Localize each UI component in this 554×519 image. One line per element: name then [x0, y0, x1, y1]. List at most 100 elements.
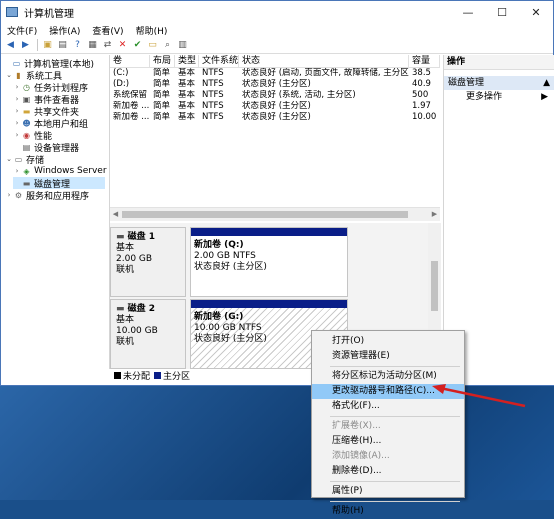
volume-type: 基本 [178, 101, 196, 111]
scroll-left-icon[interactable]: ◀ [110, 208, 121, 221]
maximize-button[interactable]: ☐ [485, 1, 519, 23]
collapse-up-icon[interactable]: ▲ [543, 76, 554, 90]
clock-icon: ◷ [23, 82, 30, 92]
menu-item-help[interactable]: 帮助(H) [312, 504, 464, 519]
table-row[interactable]: (C:) 简单 基本 NTFS 状态良好 (启动, 页面文件, 故障转储, 主分… [110, 68, 440, 79]
delete-icon[interactable]: ✕ [116, 39, 129, 52]
search-icon[interactable]: ⌕ [161, 39, 174, 52]
help-icon[interactable]: ? [71, 39, 84, 52]
expand-arrow-icon[interactable]: › [13, 83, 21, 91]
partition-name: 新加卷 (G:) [194, 312, 244, 322]
users-icon: ☻ [22, 118, 31, 128]
tree-item-windows-server-backup[interactable]: › ◈ Windows Server I [13, 165, 110, 177]
volume-filesystem: NTFS [202, 101, 224, 111]
tree-item-performance[interactable]: › ◉ 性能 [13, 129, 52, 142]
computer-icon: ▭ [12, 58, 21, 68]
menu-item-shrink-volume[interactable]: 压缩卷(H)... [312, 434, 464, 449]
menu-view[interactable]: 查看(V) [86, 24, 129, 37]
primary-partition-bar [191, 300, 347, 308]
scrollbar-thumb[interactable] [431, 261, 438, 311]
show-hide-tree-icon[interactable]: ▤ [56, 39, 69, 52]
scrollbar-thumb[interactable] [122, 211, 408, 218]
disk-name: ▬ 磁盘 2 [116, 304, 156, 314]
partition-status: 状态良好 (主分区) [194, 262, 267, 272]
table-row[interactable]: (D:) 简单 基本 NTFS 状态良好 (主分区) 40.9 [110, 79, 440, 90]
column-header-filesystem[interactable]: 文件系统 [199, 55, 239, 67]
forward-icon[interactable]: ▶ [19, 39, 32, 52]
properties-icon[interactable]: ▦ [86, 39, 99, 52]
minimize-button[interactable]: — [451, 1, 485, 23]
menu-help[interactable]: 帮助(H) [130, 24, 174, 37]
menu-item-open[interactable]: 打开(O) [312, 334, 464, 349]
menu-bar: 文件(F) 操作(A) 查看(V) 帮助(H) [1, 23, 553, 37]
partition-q[interactable]: 新加卷 (Q:) 2.00 GB NTFS 状态良好 (主分区) [190, 227, 348, 297]
disk-2-label[interactable]: ▬ 磁盘 2 基本 10.00 GB 联机 [110, 299, 186, 369]
actions-section-disk-management[interactable]: 磁盘管理 ▲ [444, 76, 554, 90]
column-header-capacity[interactable]: 容量 [409, 55, 440, 67]
up-folder-icon[interactable]: ▣ [41, 39, 54, 52]
disk-status: 联机 [116, 265, 135, 275]
volume-status: 状态良好 (主分区) [242, 101, 311, 111]
tree-item-disk-management[interactable]: ▬ 磁盘管理 [13, 177, 105, 190]
volume-layout: 简单 [153, 79, 171, 89]
partition-name: 新加卷 (Q:) [194, 240, 244, 250]
expand-arrow-icon[interactable]: › [13, 119, 21, 127]
tree-item-label: Windows Server I [34, 166, 110, 176]
back-icon[interactable]: ◀ [4, 39, 17, 52]
tree-item-event-viewer[interactable]: › ▣ 事件查看器 [13, 93, 79, 106]
column-header-status[interactable]: 状态 [239, 55, 409, 67]
scroll-right-icon[interactable]: ▶ [429, 208, 440, 221]
disk-icon: ▬ [116, 304, 128, 314]
volume-filesystem: NTFS [202, 79, 224, 89]
expand-arrow-icon[interactable]: › [13, 167, 21, 175]
collapse-arrow-icon[interactable]: ⌄ [5, 71, 13, 79]
view-icon[interactable]: ▥ [176, 39, 189, 52]
legend-unallocated: 未分配 [123, 371, 151, 382]
menu-divider [330, 416, 460, 417]
column-header-layout[interactable]: 布局 [150, 55, 175, 67]
menu-file[interactable]: 文件(F) [1, 24, 43, 37]
disk-1-label[interactable]: ▬ 磁盘 1 基本 2.00 GB 联机 [110, 227, 186, 297]
open-icon[interactable]: ▭ [146, 39, 159, 52]
tree-item-shared-folders[interactable]: › ▬ 共享文件夹 [13, 105, 79, 118]
horizontal-scrollbar[interactable]: ◀ ▶ [110, 207, 440, 221]
table-row[interactable]: 新加卷 ... 简单 基本 NTFS 状态良好 (主分区) 1.97 [110, 101, 440, 112]
menu-item-explorer[interactable]: 资源管理器(E) [312, 349, 464, 364]
expand-arrow-icon[interactable]: › [13, 95, 21, 103]
tree-item-label: 服务和应用程序 [26, 191, 90, 202]
close-button[interactable]: ✕ [519, 1, 553, 23]
menu-item-delete-volume[interactable]: 删除卷(D)... [312, 464, 464, 479]
volume-filesystem: NTFS [202, 68, 224, 78]
event-viewer-icon: ▣ [22, 94, 31, 104]
tree-item-task-scheduler[interactable]: › ◷ 任务计划程序 [13, 81, 88, 94]
expand-arrow-icon[interactable]: › [13, 131, 21, 139]
disk-size: 10.00 GB [116, 326, 158, 336]
check-icon[interactable]: ✔ [131, 39, 144, 52]
menu-item-properties[interactable]: 属性(P) [312, 484, 464, 499]
menu-item-mark-active[interactable]: 将分区标记为活动分区(M) [312, 369, 464, 384]
menu-action[interactable]: 操作(A) [43, 24, 86, 37]
performance-icon: ◉ [23, 130, 30, 140]
connect-icon[interactable]: ⇄ [101, 39, 114, 52]
tree-item-local-users[interactable]: › ☻ 本地用户和组 [13, 117, 88, 130]
tree-item-computer-management[interactable]: ▭ 计算机管理(本地) [3, 57, 94, 70]
main-pane: 卷 布局 类型 文件系统 状态 容量 (C:) 简单 基本 NTFS 状态良好 … [110, 55, 442, 369]
tree-item-device-manager[interactable]: ▤ 设备管理器 [13, 141, 79, 154]
table-row[interactable]: 新加卷 ... 简单 基本 NTFS 状态良好 (主分区) 10.00 [110, 112, 440, 123]
tree-item-services-apps[interactable]: › ⚙ 服务和应用程序 [5, 189, 90, 202]
table-row[interactable]: 系统保留 简单 基本 NTFS 状态良好 (系统, 活动, 主分区) 500 [110, 90, 440, 101]
primary-swatch [154, 371, 162, 379]
tree-item-system-tools[interactable]: ⌄ ▮ 系统工具 [5, 69, 62, 82]
expand-arrow-icon[interactable]: › [5, 191, 13, 199]
volume-filesystem: NTFS [202, 112, 224, 122]
column-header-volume[interactable]: 卷 [110, 55, 150, 67]
collapse-arrow-icon[interactable]: ⌄ [5, 155, 13, 163]
expand-arrow-icon[interactable]: › [13, 107, 21, 115]
more-actions-link[interactable]: 更多操作 ▶ [444, 90, 554, 104]
volume-name: (C:) [113, 68, 129, 78]
volume-name: (D:) [113, 79, 130, 89]
tree-item-storage[interactable]: ⌄ ▭ 存储 [5, 153, 44, 166]
volume-status: 状态良好 (主分区) [242, 112, 311, 122]
backup-icon: ◈ [23, 166, 30, 176]
column-header-type[interactable]: 类型 [175, 55, 199, 67]
